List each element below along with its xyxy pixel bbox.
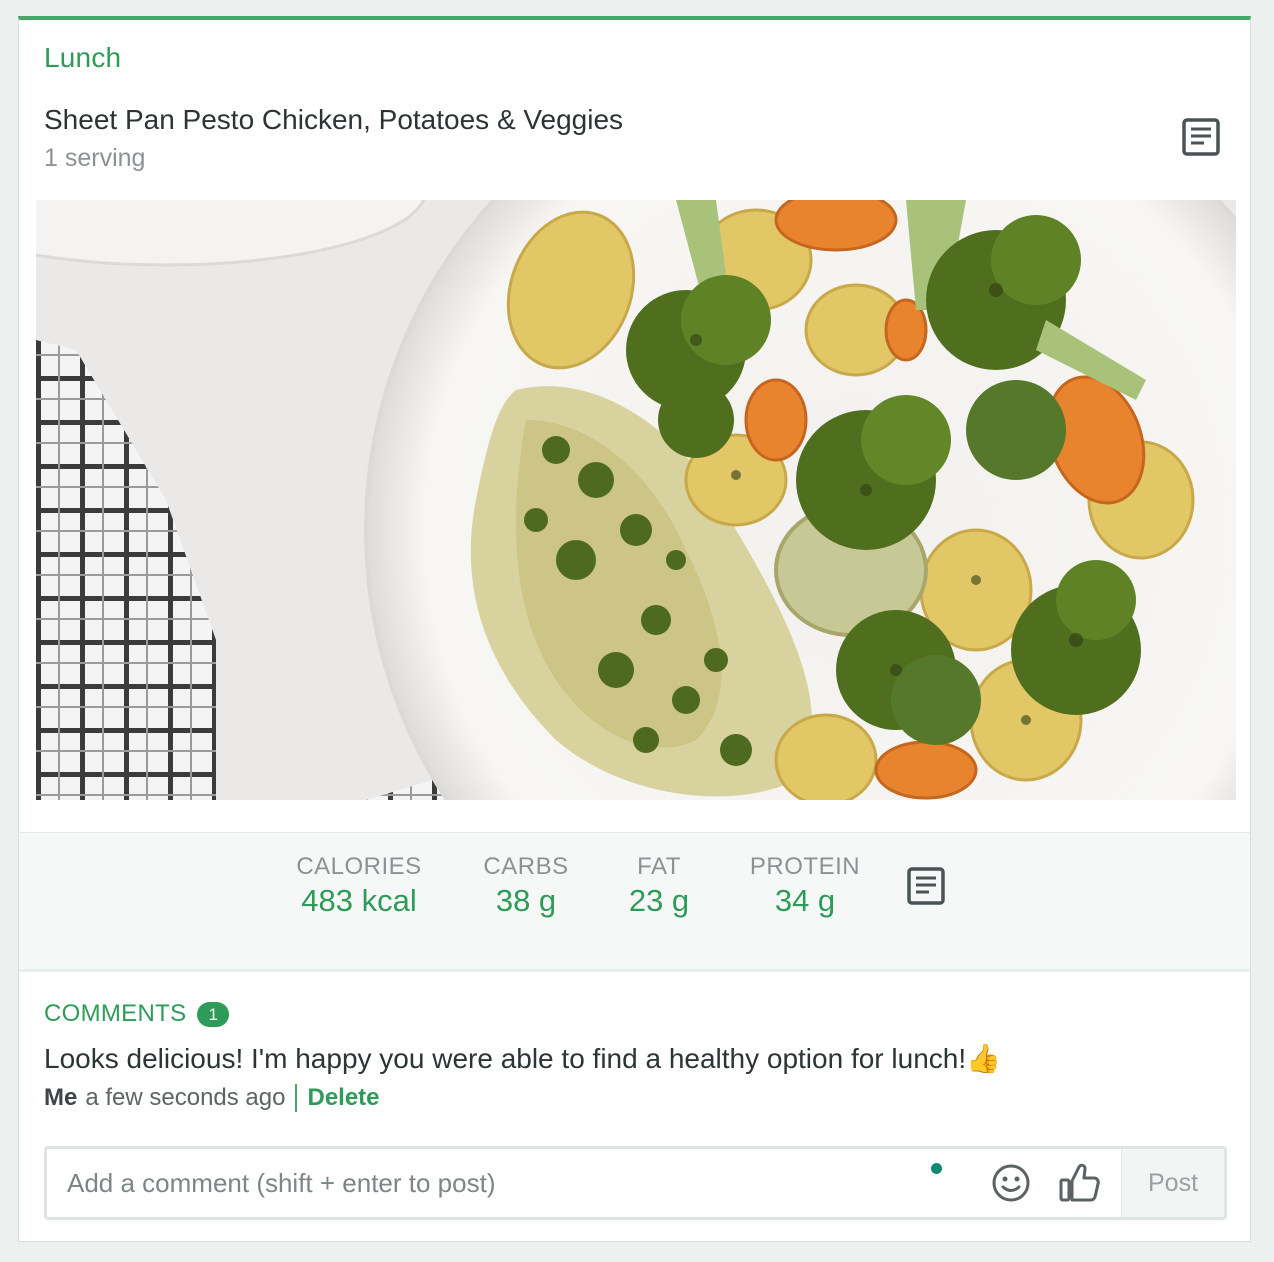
- macro-label: FAT: [637, 853, 681, 880]
- smiley-face-icon[interactable]: [991, 1163, 1031, 1203]
- comments-count-badge: 1: [197, 1001, 230, 1027]
- comment-input[interactable]: [47, 1149, 907, 1217]
- document-lines-icon[interactable]: [906, 866, 946, 906]
- delete-comment-link[interactable]: Delete: [307, 1084, 379, 1112]
- meal-card: Lunch Sheet Pan Pesto Chicken, Potatoes …: [18, 16, 1251, 1242]
- macro-value: 483 kcal: [301, 883, 417, 918]
- macro-carbs: CARBS 38 g: [472, 853, 580, 919]
- meta-divider: [295, 1084, 298, 1112]
- nutrition-summary: CALORIES 483 kcal CARBS 38 g FAT 23 g PR…: [19, 832, 1250, 972]
- recipe-photo-illustration: [36, 200, 1236, 800]
- serving-size: 1 serving: [44, 144, 146, 172]
- meal-type-label: Lunch: [44, 42, 122, 73]
- thumbs-up-icon[interactable]: [1057, 1161, 1101, 1205]
- macro-value: 23 g: [628, 883, 690, 918]
- online-dot-icon: [931, 1163, 942, 1174]
- macro-label: CALORIES: [296, 853, 422, 880]
- macro-value: 34 g: [774, 883, 836, 918]
- comments-header: COMMENTS 1: [44, 1000, 230, 1028]
- comment-composer: Post: [44, 1146, 1227, 1220]
- macro-protein: PROTEIN 34 g: [745, 853, 865, 919]
- comments-title: COMMENTS: [44, 1000, 187, 1027]
- macro-label: CARBS: [483, 853, 569, 880]
- macro-calories: CALORIES 483 kcal: [289, 853, 429, 919]
- comment-timestamp: a few seconds ago: [85, 1084, 286, 1111]
- document-lines-icon[interactable]: [1181, 117, 1221, 157]
- macro-label: PROTEIN: [749, 853, 861, 880]
- comment-author: Me: [44, 1084, 78, 1111]
- recipe-title[interactable]: Sheet Pan Pesto Chicken, Potatoes & Vegg…: [44, 104, 623, 136]
- comment-meta: Me a few seconds ago Delete: [44, 1084, 380, 1112]
- recipe-photo[interactable]: [36, 200, 1236, 800]
- post-button[interactable]: Post: [1121, 1149, 1224, 1217]
- macro-fat: FAT 23 g: [609, 853, 709, 919]
- macro-value: 38 g: [495, 883, 557, 918]
- comment-text: Looks delicious! I'm happy you were able…: [44, 1043, 1001, 1074]
